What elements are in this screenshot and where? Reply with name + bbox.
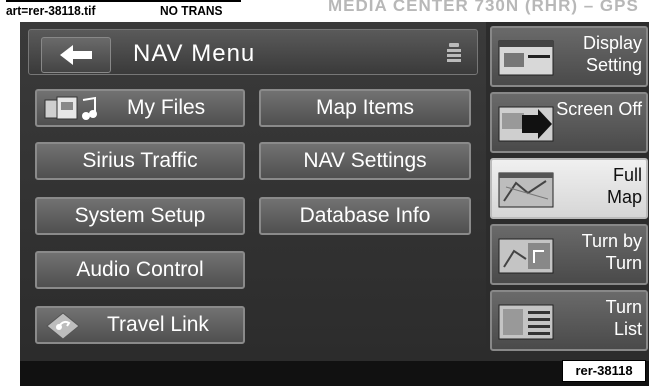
figure-reference: rer-38118	[562, 360, 646, 382]
page-title: NAV Menu	[133, 40, 256, 67]
screen-off-icon	[498, 106, 554, 142]
turn-by-turn-label: Turn by Turn	[581, 231, 642, 273]
screen-off-button[interactable]: Screen Off	[490, 92, 648, 153]
screen-off-label: Screen Off	[556, 99, 642, 119]
full-map-label: Full Map	[606, 165, 642, 207]
main-menu-area: NAV Menu My Files Sirius Traffic System …	[20, 22, 486, 361]
bottom-bar	[20, 361, 649, 386]
travel-link-icon	[46, 312, 80, 340]
back-arrow-icon	[60, 45, 92, 65]
full-map-button[interactable]: Full Map	[490, 158, 648, 219]
turn-list-icon	[498, 304, 554, 340]
sirius-traffic-label: Sirius Traffic	[82, 149, 198, 172]
map-items-label: Map Items	[315, 96, 415, 119]
display-setting-icon	[498, 40, 554, 76]
system-setup-label: System Setup	[74, 204, 206, 227]
audio-control-button[interactable]: Audio Control	[35, 251, 245, 289]
map-items-button[interactable]: Map Items	[259, 89, 471, 127]
travel-link-button[interactable]: Travel Link	[35, 306, 245, 344]
document-header: art=rer-38118.tif NO TRANS MEDIA CENTER …	[0, 0, 649, 22]
sirius-traffic-button[interactable]: Sirius Traffic	[35, 142, 245, 180]
turn-list-label: Turn List	[605, 297, 642, 339]
header-rule	[6, 0, 241, 2]
display-setting-button[interactable]: Display Setting	[490, 26, 648, 87]
chapter-title: MEDIA CENTER 730N (RHR) – GPS	[328, 0, 639, 15]
back-button[interactable]	[41, 37, 111, 73]
travel-link-label: Travel Link	[107, 313, 209, 336]
turn-by-turn-icon	[498, 238, 554, 274]
system-setup-button[interactable]: System Setup	[35, 197, 245, 235]
nav-settings-label: NAV Settings	[303, 149, 427, 172]
display-setting-label: Display Setting	[582, 33, 642, 75]
side-menu: Display Setting Screen Off Full Map Turn…	[486, 22, 649, 361]
full-map-icon	[498, 172, 554, 208]
no-trans-label: NO TRANS	[160, 3, 223, 18]
audio-control-label: Audio Control	[76, 258, 204, 281]
turn-list-button[interactable]: Turn List	[490, 290, 648, 351]
title-bar: NAV Menu	[28, 29, 478, 75]
database-info-label: Database Info	[299, 204, 431, 227]
art-label: art=rer-38118.tif	[6, 3, 96, 18]
turn-by-turn-button[interactable]: Turn by Turn	[490, 224, 648, 285]
nav-settings-button[interactable]: NAV Settings	[259, 142, 471, 180]
my-files-icon	[44, 96, 97, 120]
options-icon[interactable]	[444, 42, 464, 64]
database-info-button[interactable]: Database Info	[259, 197, 471, 235]
nav-screen: NAV Menu My Files Sirius Traffic System …	[20, 22, 649, 386]
my-files-button[interactable]: My Files	[35, 89, 245, 127]
my-files-label: My Files	[127, 96, 206, 119]
